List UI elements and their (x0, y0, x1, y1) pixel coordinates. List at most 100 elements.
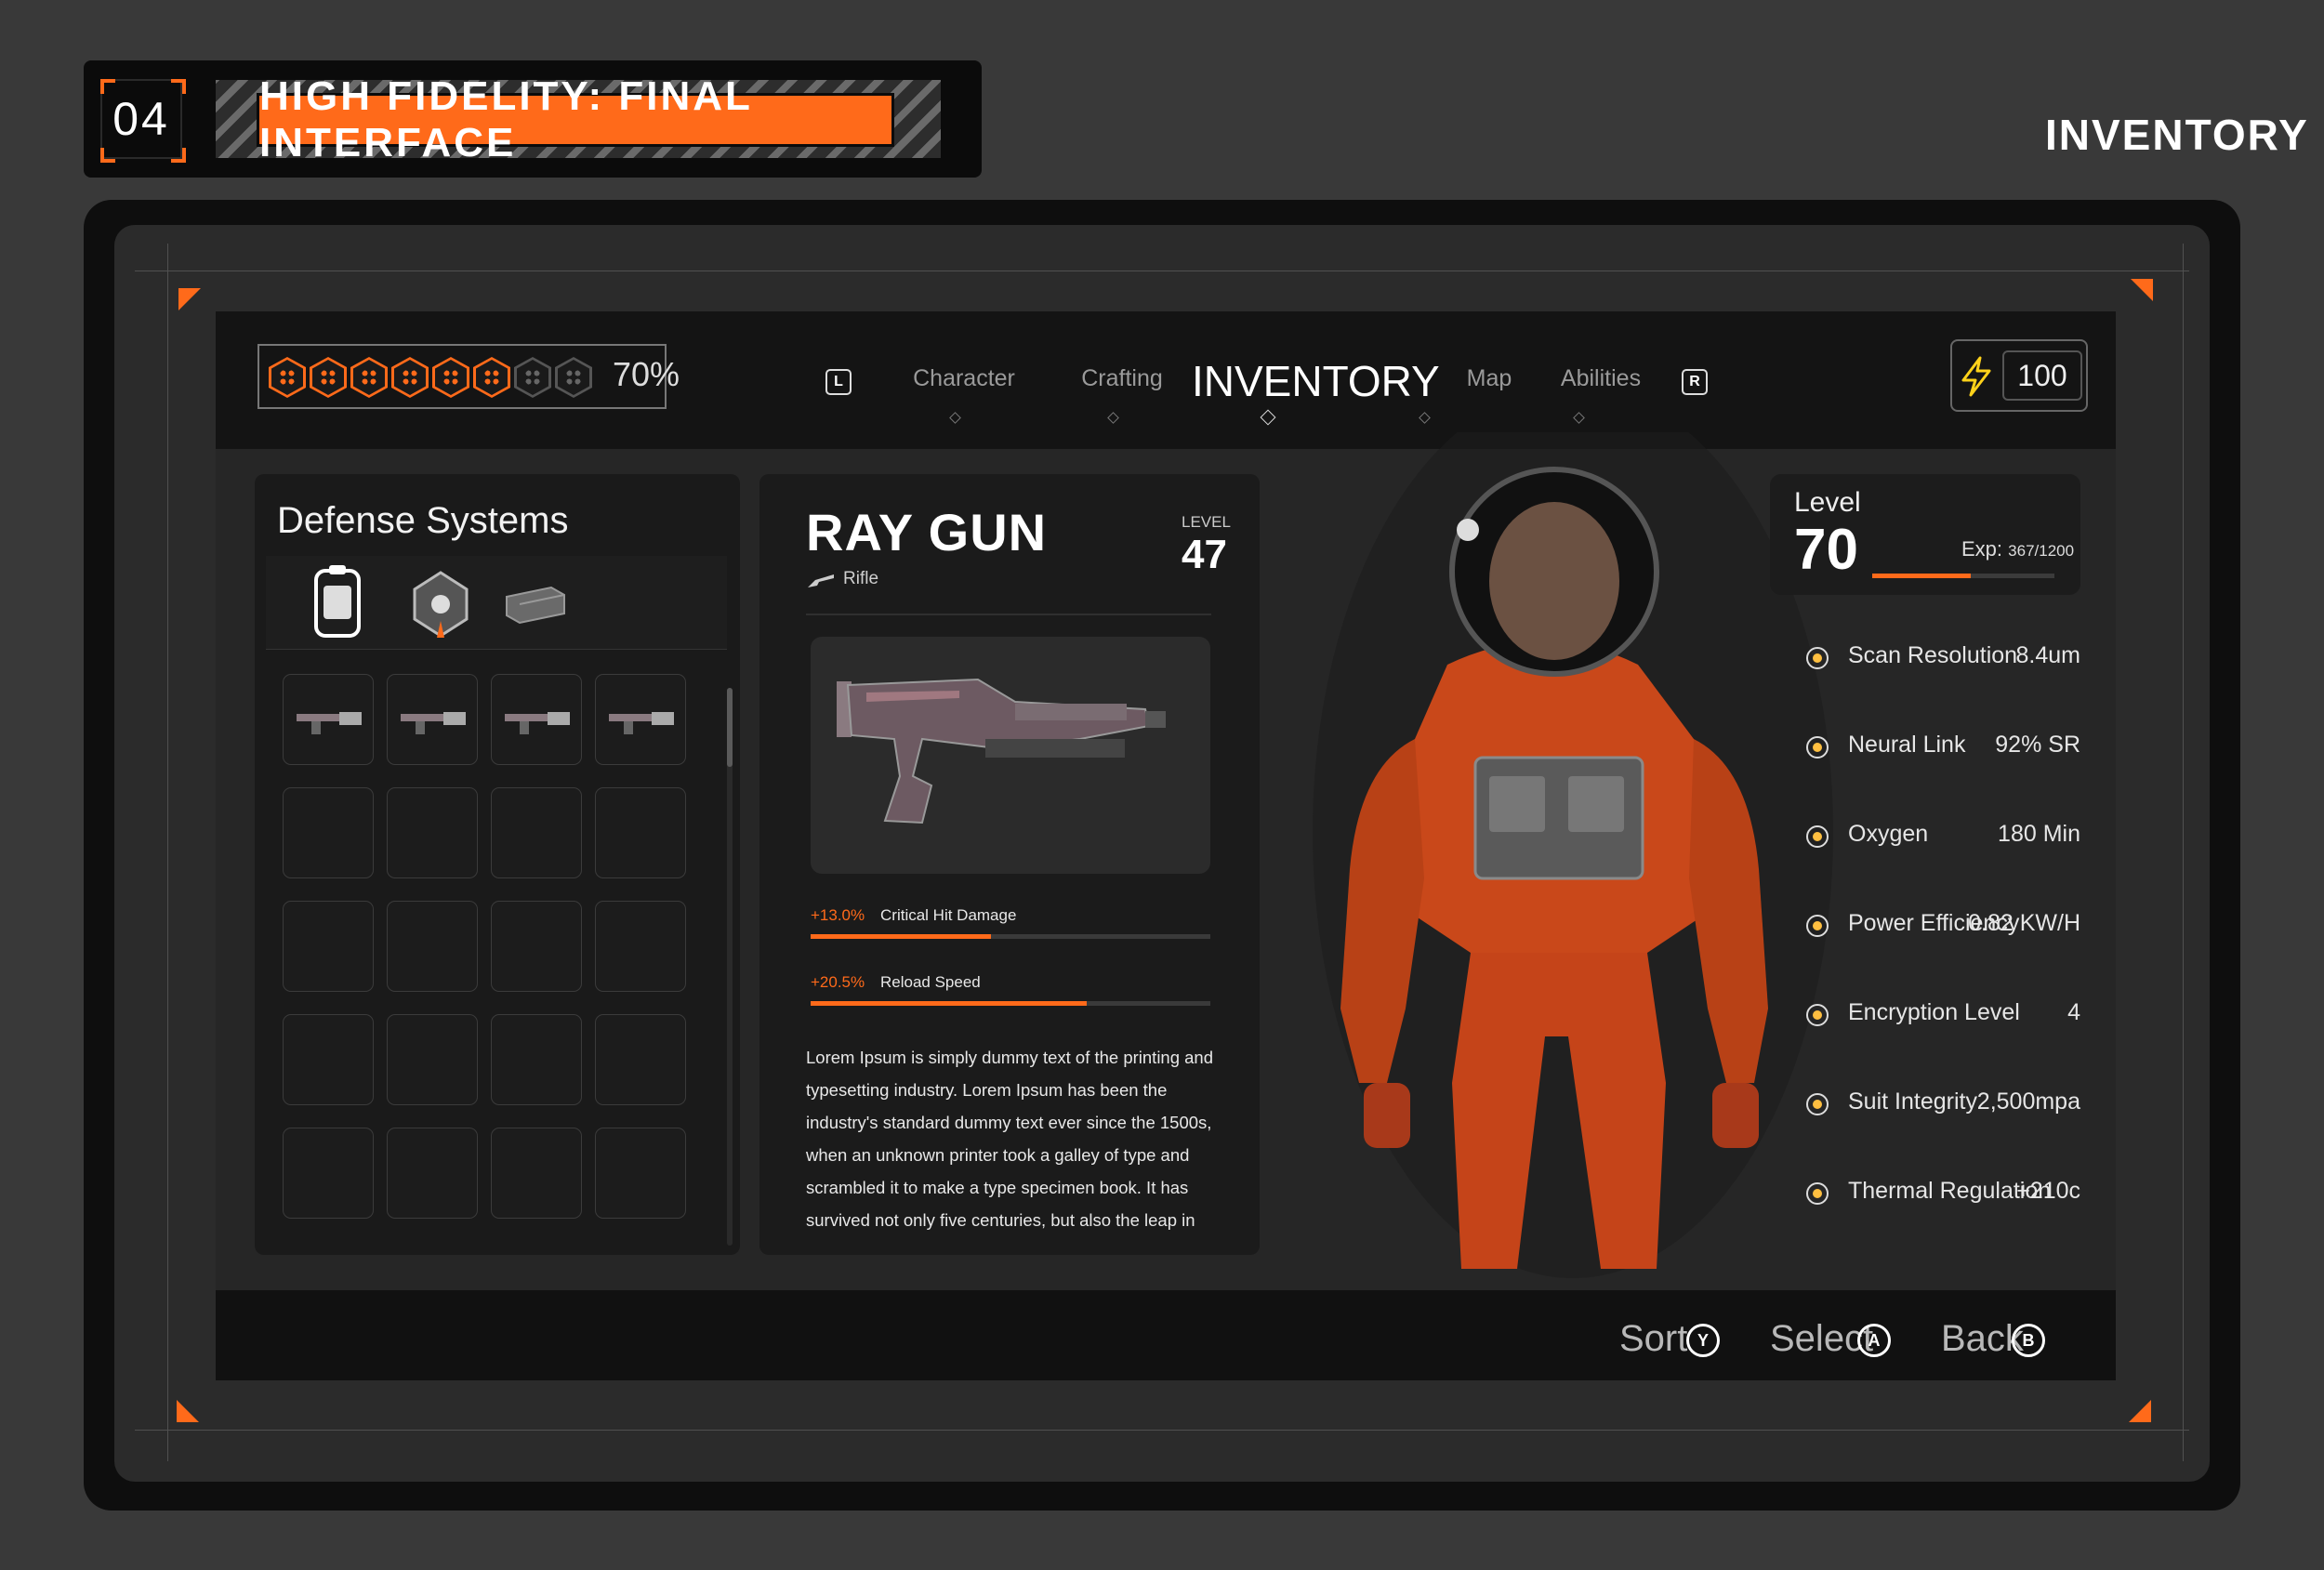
energy-value: 100 (2002, 350, 2082, 401)
category-tabs (266, 556, 727, 650)
scan-icon (1803, 644, 1831, 672)
corner-mark (100, 148, 115, 163)
inventory-slot[interactable] (387, 1014, 478, 1105)
inventory-slot[interactable] (491, 674, 582, 765)
rifle-icon (401, 712, 466, 734)
health-cell-empty (555, 357, 592, 398)
back-button[interactable]: B (2012, 1324, 2045, 1357)
stat-fill (811, 1001, 1087, 1006)
inventory-slot[interactable] (491, 1014, 582, 1105)
mine-icon[interactable] (405, 569, 476, 640)
tab-map[interactable]: Map (1443, 365, 1536, 392)
encryption-icon (1803, 1001, 1831, 1029)
item-detail-panel: RAY GUN Rifle LEVEL 47 +13.0% Critical H… (759, 474, 1260, 1255)
guide-line (135, 270, 2189, 271)
stat-name: Critical Hit Damage (880, 906, 1017, 924)
corner-marker (178, 288, 201, 310)
health-cell-filled (310, 357, 347, 398)
health-cell-empty (514, 357, 551, 398)
corner-mark (171, 79, 186, 94)
backpack-icon[interactable] (307, 565, 368, 640)
inventory-slot[interactable] (283, 1014, 374, 1105)
corner-marker (2129, 1400, 2151, 1422)
game-screen: 70% L Character Crafting INVENTORY Map A… (216, 311, 2116, 1380)
health-cell-filled (350, 357, 388, 398)
crate-icon[interactable] (503, 582, 568, 625)
oxygen-icon (1803, 823, 1831, 851)
corner-mark (100, 79, 115, 94)
stat-fill (811, 934, 991, 939)
defense-panel: Defense Systems (255, 474, 740, 1255)
health-percent: 70% (613, 355, 680, 393)
stat-value: 180 Min (1998, 821, 2080, 847)
select-button[interactable]: A (1857, 1324, 1891, 1357)
tab-crafting[interactable]: Crafting (1052, 365, 1192, 392)
inventory-slot[interactable] (283, 787, 374, 878)
pistol-icon (297, 712, 362, 734)
health-cell-filled (269, 357, 306, 398)
inventory-slot[interactable] (387, 674, 478, 765)
guide-line (167, 244, 168, 1461)
health-cell-filled (432, 357, 469, 398)
tab-character[interactable]: Character (894, 365, 1034, 392)
character-astronaut (1313, 432, 1833, 1278)
health-bar: 70% (257, 344, 680, 409)
inventory-slot[interactable] (595, 674, 686, 765)
section-title: HIGH FIDELITY: FINAL INTERFACE (257, 73, 894, 165)
tab-abilities[interactable]: Abilities (1536, 365, 1666, 392)
minigun-icon (505, 712, 570, 734)
stat-value: 8.4um (2015, 642, 2080, 668)
nav-right-key[interactable]: R (1682, 369, 1708, 395)
sort-label[interactable]: Sort (1619, 1318, 1687, 1360)
health-cell-filled (391, 357, 429, 398)
page-heading: INVENTORY (2045, 111, 2309, 159)
item-description: Lorem Ipsum is simply dummy text of the … (806, 1048, 1214, 1230)
inventory-slot[interactable] (283, 901, 374, 992)
sort-button[interactable]: Y (1686, 1324, 1720, 1357)
guide-line (135, 1430, 2189, 1431)
inventory-slot[interactable] (283, 674, 374, 765)
stat-value: 0.82 KW/H (1968, 910, 2080, 936)
scrollbar-track[interactable] (727, 688, 733, 1246)
stat-bonus: +20.5% (811, 973, 865, 991)
level-card: Level 70 Exp: 367/1200 (1770, 474, 2080, 595)
inventory-slot[interactable] (595, 1014, 686, 1105)
inventory-slot[interactable] (491, 787, 582, 878)
rifle-icon (808, 574, 834, 587)
item-image (811, 637, 1210, 874)
corner-mark (171, 148, 186, 163)
item-level-label: LEVEL (1182, 513, 1231, 531)
thermal-icon (1803, 1180, 1831, 1207)
inventory-slot[interactable] (595, 1128, 686, 1219)
defense-title: Defense Systems (277, 500, 569, 541)
scrollbar-thumb[interactable] (727, 688, 733, 767)
item-name: RAY GUN (806, 503, 1048, 561)
stat-value: +210c (2016, 1178, 2080, 1204)
ray-gun-image (837, 678, 1166, 825)
launcher-icon (609, 712, 674, 734)
exp-fill (1872, 574, 1971, 578)
lightning-bolt-icon (1961, 356, 1991, 397)
inventory-slot[interactable] (595, 901, 686, 992)
stat-value: 2,500mpa (1976, 1088, 2080, 1115)
item-type: Rifle (843, 569, 879, 588)
energy-meter: 100 (1950, 339, 2088, 412)
inventory-slot[interactable] (283, 1128, 374, 1219)
health-cell-filled (473, 357, 510, 398)
neural-icon (1803, 733, 1831, 761)
stat-value: 4 (2067, 999, 2080, 1025)
inventory-slot[interactable] (491, 901, 582, 992)
helmet-icon (1803, 1090, 1831, 1118)
nav-left-key[interactable]: L (825, 369, 852, 395)
divider (806, 613, 1211, 615)
inventory-slot[interactable] (387, 1128, 478, 1219)
inventory-slot[interactable] (387, 901, 478, 992)
inventory-slot[interactable] (387, 787, 478, 878)
guide-line (2183, 244, 2184, 1461)
inventory-slot[interactable] (491, 1128, 582, 1219)
stat-bonus: +13.0% (811, 906, 865, 924)
stat-name: Reload Speed (880, 973, 981, 991)
level-label: Level (1794, 487, 1861, 518)
tab-inventory[interactable]: INVENTORY (1192, 356, 1440, 406)
inventory-slot[interactable] (595, 787, 686, 878)
